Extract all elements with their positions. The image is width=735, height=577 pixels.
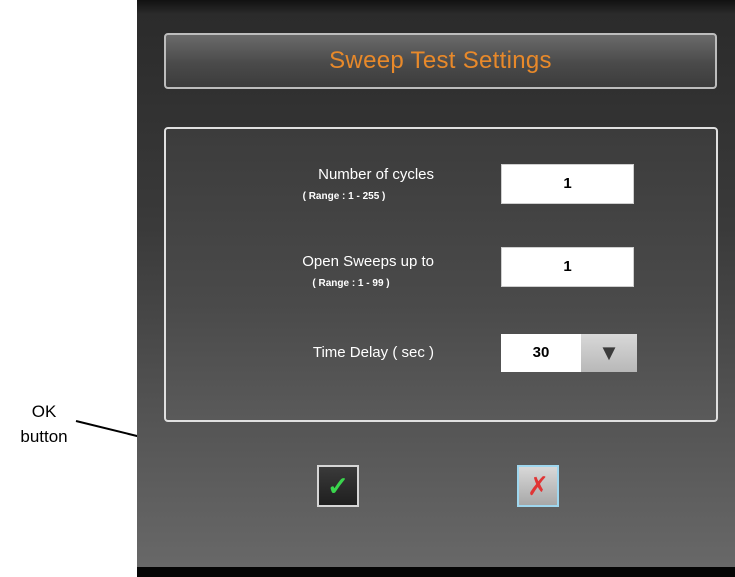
time-delay-select[interactable]: 30 ▼ <box>501 334 637 372</box>
ok-button-annotation: OK button <box>0 399 88 449</box>
cycles-range: ( Range : 1 - 255 ) <box>302 191 386 202</box>
annotation-label-line2: button <box>20 427 68 446</box>
cycles-input[interactable]: 1 <box>501 164 634 204</box>
dropdown-arrow-button[interactable]: ▼ <box>581 334 637 372</box>
triangle-down-icon: ▼ <box>598 340 620 365</box>
sweep-test-settings-dialog: Sweep Test Settings Number of cycles ( R… <box>137 0 735 577</box>
cancel-button[interactable]: ✗ <box>517 465 559 507</box>
time-delay-value: 30 <box>501 334 581 372</box>
dialog-top-edge <box>137 0 735 14</box>
x-icon: ✗ <box>527 471 549 501</box>
open-sweeps-range: ( Range : 1 - 99 ) <box>312 278 390 289</box>
open-sweeps-label: Open Sweeps up to <box>302 253 434 270</box>
cycles-label: Number of cycles <box>318 166 434 183</box>
dialog-title: Sweep Test Settings <box>329 47 552 74</box>
annotation-label-line1: OK <box>31 402 57 421</box>
open-sweeps-input[interactable]: 1 <box>501 247 634 287</box>
title-bar: Sweep Test Settings <box>164 33 717 89</box>
check-icon: ✓ <box>327 471 349 501</box>
settings-panel: Number of cycles ( Range : 1 - 255 ) 1 O… <box>164 127 718 422</box>
time-delay-label: Time Delay ( sec ) <box>312 344 434 361</box>
ok-button[interactable]: ✓ <box>317 465 359 507</box>
